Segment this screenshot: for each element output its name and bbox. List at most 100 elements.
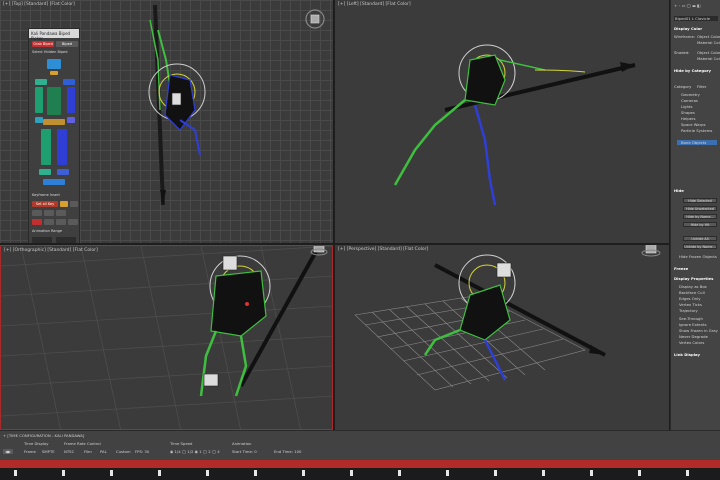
key-button-9[interactable] bbox=[68, 219, 78, 225]
keyframe-marker[interactable] bbox=[494, 470, 497, 476]
biped-l-foot-button[interactable] bbox=[57, 169, 69, 175]
shaded-material-color[interactable]: Material Color bbox=[697, 56, 720, 61]
biped-l-hand-button[interactable] bbox=[67, 117, 75, 123]
shaded-object-color[interactable]: Object Color bbox=[697, 50, 720, 55]
unhide-all-button[interactable]: Unhide All bbox=[683, 236, 717, 241]
biped-pelvis-button[interactable] bbox=[43, 119, 65, 125]
biped-r-foot-button[interactable] bbox=[39, 169, 51, 175]
key-button-8[interactable] bbox=[56, 219, 66, 225]
category-item[interactable]: Shapes bbox=[681, 110, 695, 115]
keyframe-marker[interactable] bbox=[206, 470, 209, 476]
display-prop[interactable]: Ignore Extents bbox=[679, 322, 707, 327]
key-button-7[interactable] bbox=[44, 219, 54, 225]
hide-header[interactable]: Hide bbox=[674, 188, 684, 193]
timeline-slider[interactable] bbox=[0, 460, 720, 468]
select-hidden-checkbox[interactable]: Select Hidden Biped bbox=[32, 50, 67, 54]
key-button-5[interactable] bbox=[56, 210, 66, 216]
viewcube-icon[interactable] bbox=[309, 245, 329, 258]
viewport-left[interactable]: [+] [Left] [Standard] [Flat Color] bbox=[335, 0, 669, 243]
display-prop[interactable]: Trajectory bbox=[679, 308, 698, 313]
keyframe-marker[interactable] bbox=[14, 470, 17, 476]
category-item[interactable]: Helpers bbox=[681, 116, 696, 121]
key-button-3[interactable] bbox=[32, 210, 42, 216]
key-button-2[interactable] bbox=[70, 201, 78, 207]
key-button-6[interactable] bbox=[32, 219, 42, 225]
display-prop[interactable]: See-Through bbox=[679, 316, 703, 321]
biped-head-button[interactable] bbox=[47, 59, 61, 69]
keyframe-marker[interactable] bbox=[62, 470, 65, 476]
ntsc-radio[interactable]: NTSC bbox=[64, 449, 74, 454]
keyframe-marker[interactable] bbox=[158, 470, 161, 476]
keyframe-marker[interactable] bbox=[110, 470, 113, 476]
biped-tab[interactable]: Biped bbox=[56, 41, 78, 47]
keyframe-marker[interactable] bbox=[350, 470, 353, 476]
keyframe-marker[interactable] bbox=[302, 470, 305, 476]
biped-l-clavicle-button[interactable] bbox=[63, 79, 75, 85]
viewcube-icon[interactable] bbox=[639, 245, 663, 259]
keyframe-marker[interactable] bbox=[686, 470, 689, 476]
display-prop[interactable]: Vertex Colors bbox=[679, 340, 704, 345]
display-color-header[interactable]: Display Color bbox=[674, 26, 702, 31]
display-prop[interactable]: Show Frozen in Gray bbox=[679, 328, 718, 333]
display-prop[interactable]: Vertex Ticks bbox=[679, 302, 702, 307]
keyframe-marker[interactable] bbox=[638, 470, 641, 476]
category-item[interactable]: Lights bbox=[681, 104, 692, 109]
link-display-header[interactable]: Link Display bbox=[674, 352, 700, 357]
display-prop[interactable]: Never Degrade bbox=[679, 334, 708, 339]
time-ruler[interactable] bbox=[0, 468, 720, 480]
viewport-label[interactable]: [+] [Orthographic] [Standard] [Flat Colo… bbox=[4, 248, 98, 253]
biped-spine-button[interactable] bbox=[47, 87, 61, 115]
frame-radio[interactable]: Frame bbox=[24, 449, 36, 454]
hide-by-category-header[interactable]: Hide by Category bbox=[674, 68, 711, 73]
biped-r-thigh-button[interactable] bbox=[41, 129, 51, 165]
set-all-key-button[interactable]: Set all Key bbox=[32, 201, 58, 207]
biped-rig-ortho[interactable] bbox=[1, 246, 333, 430]
biped-com-button[interactable] bbox=[43, 179, 65, 185]
display-properties-header[interactable]: Display Properties bbox=[674, 276, 713, 281]
hide-selected-button[interactable]: Hide Selected bbox=[683, 198, 717, 203]
keyframe-marker[interactable] bbox=[446, 470, 449, 476]
viewport-ortho[interactable]: [+] [Orthographic] [Standard] [Flat Colo… bbox=[0, 245, 333, 430]
viewport-perspective[interactable]: [+] [Perspective] [Standard] [Flat Color… bbox=[335, 245, 669, 430]
range-field-1[interactable] bbox=[32, 237, 52, 243]
object-name-field[interactable]: Biped01 L Clavicle bbox=[674, 16, 718, 21]
pal-radio[interactable]: PAL bbox=[100, 449, 107, 454]
key-button-4[interactable] bbox=[44, 210, 54, 216]
biped-r-hand-button[interactable] bbox=[35, 117, 43, 123]
category-item[interactable]: Space Warps bbox=[681, 122, 706, 127]
biped-r-clavicle-button[interactable] bbox=[35, 79, 47, 85]
freeze-header[interactable]: Freeze bbox=[674, 266, 688, 271]
key-button-1[interactable] bbox=[60, 201, 68, 207]
range-field-2[interactable] bbox=[56, 237, 76, 243]
biped-rig-left[interactable] bbox=[335, 0, 669, 243]
keyframe-marker[interactable] bbox=[254, 470, 257, 476]
category-item[interactable]: Geometry bbox=[681, 92, 700, 97]
viewport-label[interactable]: [+] [Top] [Standard] [Flat Color] bbox=[3, 2, 75, 7]
viewport-label[interactable]: [+] [Left] [Standard] [Flat Color] bbox=[338, 2, 411, 7]
biped-l-thigh-button[interactable] bbox=[57, 129, 67, 165]
biped-neck-button[interactable] bbox=[50, 71, 58, 75]
film-radio[interactable]: Film bbox=[84, 449, 92, 454]
display-prop[interactable]: Display as Box bbox=[679, 284, 707, 289]
end-time-field[interactable]: End Time: 100 bbox=[274, 449, 301, 454]
biped-r-upperarm-button[interactable] bbox=[35, 87, 43, 113]
panel-tabs[interactable]: + ◦ ▭ ◯ ▬ ◧ bbox=[674, 3, 700, 8]
display-prop[interactable]: Edges Only bbox=[679, 296, 700, 301]
keyframe-marker[interactable] bbox=[590, 470, 593, 476]
category-item[interactable]: Cameras bbox=[681, 98, 698, 103]
hide-unselected-button[interactable]: Hide Unselected bbox=[683, 206, 717, 211]
fps-field[interactable]: FPS: 30 bbox=[135, 449, 149, 454]
filter-label[interactable]: Filter bbox=[697, 84, 706, 89]
hide-by-name-button[interactable]: Hide by Name... bbox=[683, 214, 717, 219]
smpte-radio[interactable]: SMPTE bbox=[42, 449, 55, 454]
time-speed-options[interactable]: ◉ 1/4 ◯ 1/2 ◉ 1 ◯ 2 ◯ 4 bbox=[170, 449, 220, 454]
custom-radio[interactable]: Custom bbox=[116, 449, 131, 454]
wireframe-material-color[interactable]: Material Color bbox=[697, 40, 720, 45]
start-time-field[interactable]: Start Time: 0 bbox=[232, 449, 257, 454]
hide-frozen-checkbox[interactable]: Hide Frozen Objects bbox=[679, 254, 717, 259]
viewcube-icon[interactable] bbox=[304, 8, 326, 30]
keyframe-marker[interactable] bbox=[398, 470, 401, 476]
keyframe-marker[interactable] bbox=[542, 470, 545, 476]
unhide-by-name-button[interactable]: Unhide by Name... bbox=[683, 244, 717, 249]
viewport-top[interactable]: [+] [Top] [Standard] [Flat Color] Kali P… bbox=[0, 0, 333, 243]
